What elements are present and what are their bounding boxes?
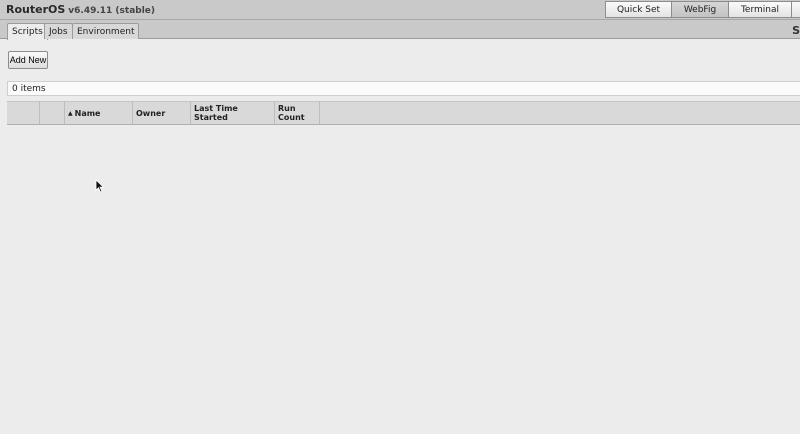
column-run-count-line1: Run bbox=[278, 104, 296, 113]
webfig-button[interactable]: WebFig bbox=[671, 1, 729, 18]
column-owner[interactable]: Owner bbox=[133, 102, 191, 124]
add-new-button[interactable]: Add New bbox=[8, 51, 48, 69]
sort-ascending-icon: ▲ bbox=[68, 109, 73, 117]
brand: RouterOS v6.49.11 (stable) bbox=[6, 3, 155, 16]
mode-buttons: Quick Set WebFig Terminal bbox=[605, 1, 800, 18]
column-run-count[interactable]: Run Count bbox=[275, 102, 320, 124]
quick-set-button[interactable]: Quick Set bbox=[605, 1, 672, 18]
truncated-title: S bbox=[792, 24, 800, 37]
brand-version: v6.49.11 (stable) bbox=[68, 6, 156, 16]
tab-scripts[interactable]: Scripts bbox=[7, 23, 48, 40]
terminal-button[interactable]: Terminal bbox=[728, 1, 792, 18]
column-flags[interactable] bbox=[40, 102, 65, 124]
tab-bar: Scripts Jobs Environment bbox=[0, 20, 800, 40]
tab-environment[interactable]: Environment bbox=[72, 23, 140, 39]
column-last-time-started[interactable]: Last Time Started bbox=[191, 102, 275, 124]
column-name-label: Name bbox=[74, 108, 101, 118]
column-run-count-line2: Count bbox=[278, 113, 305, 122]
overflow-button[interactable] bbox=[791, 1, 800, 18]
item-count: 0 items bbox=[7, 81, 800, 96]
mouse-cursor-icon bbox=[95, 179, 105, 193]
column-name[interactable]: ▲ Name bbox=[65, 102, 133, 124]
column-select[interactable] bbox=[7, 102, 40, 124]
brand-name: RouterOS bbox=[6, 3, 66, 16]
top-bar: RouterOS v6.49.11 (stable) Quick Set WebF… bbox=[0, 0, 800, 20]
table-header: ▲ Name Owner Last Time Started Run Count bbox=[7, 101, 800, 125]
tab-jobs[interactable]: Jobs bbox=[44, 23, 73, 39]
